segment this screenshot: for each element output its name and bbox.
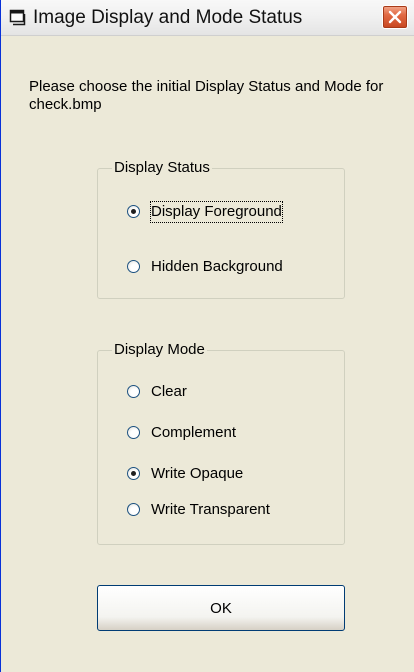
radio-button-icon (127, 503, 140, 516)
radio-clear[interactable]: Clear (127, 382, 217, 404)
display-status-group: Display Status Display Foreground Hidden… (97, 159, 345, 299)
radio-hidden-background[interactable]: Hidden Background (127, 257, 317, 279)
radio-label: Write Opaque (151, 465, 244, 482)
radio-write-transparent[interactable]: Write Transparent (127, 500, 307, 522)
radio-display-foreground[interactable]: Display Foreground (127, 201, 307, 224)
radio-button-icon (127, 260, 140, 273)
dialog-window: Image Display and Mode Status Please cho… (0, 0, 414, 672)
radio-label: Complement (151, 424, 237, 441)
radio-label: Display Foreground (150, 201, 283, 223)
display-status-legend: Display Status (112, 159, 212, 177)
radio-complement[interactable]: Complement (127, 423, 267, 445)
radio-label: Hidden Background (151, 258, 283, 275)
display-mode-legend: Display Mode (112, 341, 207, 359)
radio-button-icon (127, 385, 140, 398)
radio-button-icon (127, 205, 140, 218)
radio-label: Clear (151, 383, 187, 400)
window-app-icon (9, 9, 26, 26)
radio-label: Write Transparent (151, 501, 270, 518)
display-mode-group: Display Mode Clear Complement Write Opaq… (97, 341, 345, 545)
instructions-text: Please choose the initial Display Status… (29, 78, 384, 113)
close-button[interactable] (382, 5, 408, 29)
radio-write-opaque[interactable]: Write Opaque (127, 464, 277, 486)
ok-button[interactable]: OK (97, 585, 345, 631)
window-title: Image Display and Mode Status (33, 7, 303, 28)
radio-button-icon (127, 467, 140, 480)
radio-button-icon (127, 426, 140, 439)
title-bar[interactable]: Image Display and Mode Status (1, 0, 414, 36)
